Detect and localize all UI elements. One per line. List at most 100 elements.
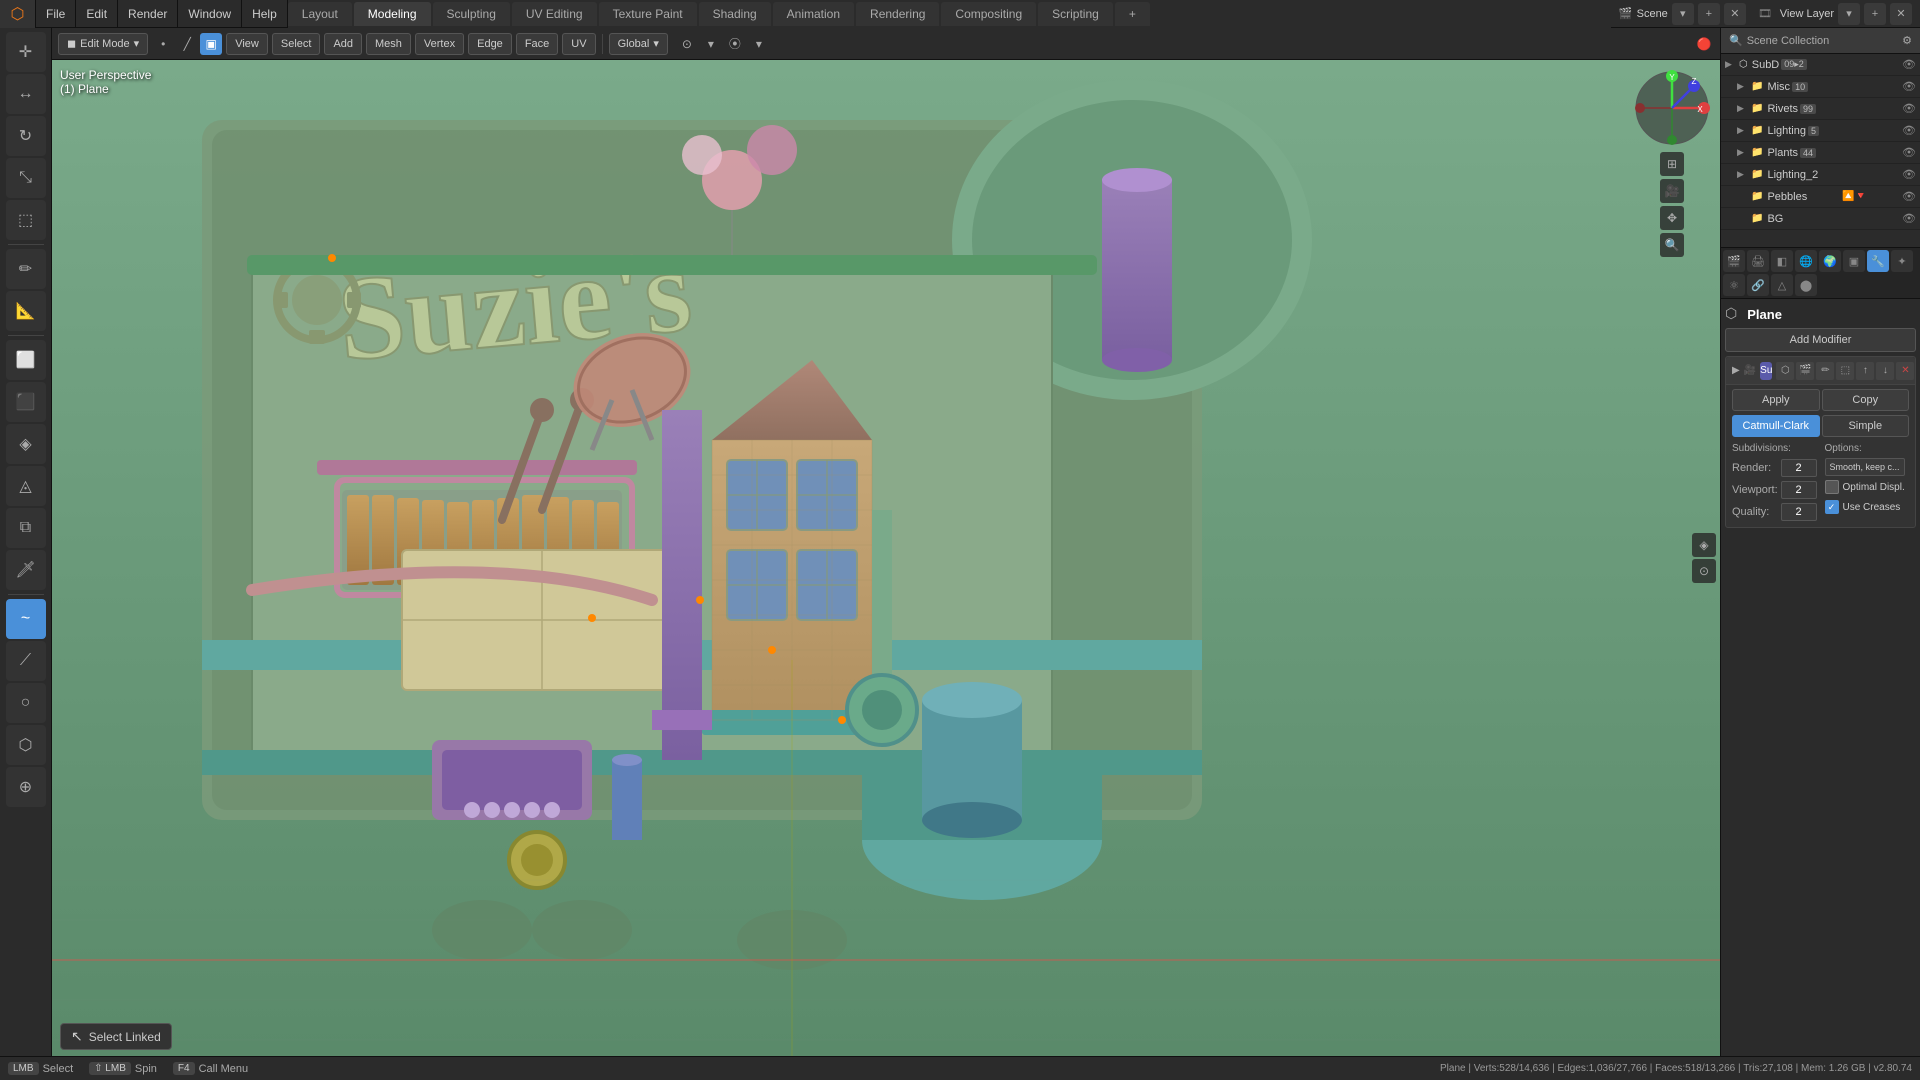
- mod-edit-btn[interactable]: ✏: [1816, 362, 1834, 380]
- prop-tab-output[interactable]: 🖨: [1747, 250, 1769, 272]
- scene-remove-btn[interactable]: ✕: [1724, 3, 1746, 25]
- viewport-value[interactable]: 2: [1781, 481, 1817, 499]
- transform-tool[interactable]: ⬚: [6, 200, 46, 240]
- outliner-item-subd[interactable]: ▶ ⬡ SubD 09▸2 👁: [1721, 54, 1920, 76]
- mod-down-btn[interactable]: ↓: [1876, 362, 1894, 380]
- pebbles-visibility[interactable]: 👁: [1902, 190, 1916, 203]
- rotate-tool[interactable]: ↻: [6, 116, 46, 156]
- lighting-visibility[interactable]: 👁: [1902, 124, 1916, 137]
- tab-layout[interactable]: Layout: [288, 2, 352, 26]
- scene-add-btn[interactable]: +: [1698, 3, 1720, 25]
- uv-menu-btn[interactable]: UV: [562, 33, 595, 55]
- tab-compositing[interactable]: Compositing: [941, 2, 1036, 26]
- mod-realtime-btn[interactable]: ⬡: [1776, 362, 1794, 380]
- push-pull-tool[interactable]: ⊕: [6, 767, 46, 807]
- prop-tab-material[interactable]: ⬤: [1795, 274, 1817, 296]
- outliner-item-plants[interactable]: ▶ 📁 Plants 44 👁: [1721, 142, 1920, 164]
- prop-tab-data[interactable]: △: [1771, 274, 1793, 296]
- prop-tab-particles[interactable]: ✦: [1891, 250, 1913, 272]
- knife-tool[interactable]: 🗡: [6, 550, 46, 590]
- catmull-clark-btn[interactable]: Catmull-Clark: [1732, 415, 1820, 437]
- tab-uv-editing[interactable]: UV Editing: [512, 2, 597, 26]
- shear-tool[interactable]: ⟋: [6, 641, 46, 681]
- prop-tab-render[interactable]: 🎬: [1723, 250, 1745, 272]
- rivets-visibility[interactable]: 👁: [1902, 102, 1916, 115]
- obj-face-icon[interactable]: ▣: [200, 33, 222, 55]
- modifier-camera-icon[interactable]: 🎥: [1744, 365, 1756, 376]
- transform-orientation[interactable]: Global▾: [609, 33, 668, 55]
- loop-cut-tool[interactable]: ⧉: [6, 508, 46, 548]
- to-sphere-tool[interactable]: ○: [6, 683, 46, 723]
- proportional-edit-icon[interactable]: ⦿: [724, 33, 746, 55]
- optimal-display-checkbox[interactable]: [1825, 480, 1839, 494]
- tab-shading[interactable]: Shading: [699, 2, 771, 26]
- annotate-tool[interactable]: ✏: [6, 249, 46, 289]
- vertex-menu-btn[interactable]: Vertex: [415, 33, 464, 55]
- viewport[interactable]: Suzie's: [52, 60, 1720, 1056]
- outliner-item-bg[interactable]: 📁 BG 👁: [1721, 208, 1920, 230]
- menu-window[interactable]: Window: [178, 0, 242, 27]
- outliner-item-lighting2[interactable]: ▶ 📁 Lighting_2 👁: [1721, 164, 1920, 186]
- viewport-overlay-btn[interactable]: 🔴: [1693, 33, 1715, 55]
- menu-render[interactable]: Render: [118, 0, 178, 27]
- outliner-filter-icon[interactable]: 🔍: [1729, 34, 1743, 47]
- viewport-side-icon-2[interactable]: ⊙: [1692, 559, 1716, 583]
- tab-rendering[interactable]: Rendering: [856, 2, 939, 26]
- inset-tool[interactable]: ◈: [6, 424, 46, 464]
- mod-render-btn[interactable]: 🎬: [1796, 362, 1814, 380]
- view-menu-btn[interactable]: View: [226, 33, 268, 55]
- cursor-tool[interactable]: ✛: [6, 32, 46, 72]
- copy-button[interactable]: Copy: [1822, 389, 1910, 411]
- outliner-item-pebbles[interactable]: 📁 Pebbles 🔼🔻 👁: [1721, 186, 1920, 208]
- plants-visibility[interactable]: 👁: [1902, 146, 1916, 159]
- add-modifier-btn[interactable]: Add Modifier: [1725, 328, 1916, 352]
- bevel-tool[interactable]: ◬: [6, 466, 46, 506]
- menu-edit[interactable]: Edit: [76, 0, 118, 27]
- tab-texture-paint[interactable]: Texture Paint: [599, 2, 697, 26]
- prop-tab-scene[interactable]: 🌐: [1795, 250, 1817, 272]
- face-menu-btn[interactable]: Face: [516, 33, 558, 55]
- smooth-dropdown[interactable]: Smooth, keep c...: [1825, 458, 1905, 476]
- measure-tool[interactable]: 📐: [6, 291, 46, 331]
- view-layer-expand-btn[interactable]: ▾: [1838, 3, 1860, 25]
- navigation-gizmo[interactable]: X Y Z: [1632, 68, 1712, 148]
- view-layer-remove-btn[interactable]: ✕: [1890, 3, 1912, 25]
- snap-dropdown[interactable]: ▾: [700, 33, 722, 55]
- mod-up-btn[interactable]: ↑: [1856, 362, 1874, 380]
- view-zoom-icon[interactable]: 🔍: [1660, 233, 1684, 257]
- tab-scripting[interactable]: Scripting: [1038, 2, 1113, 26]
- obj-edge-icon[interactable]: ╱: [176, 33, 198, 55]
- snap-icon[interactable]: ⊙: [676, 33, 698, 55]
- extrude-tool[interactable]: ⬛: [6, 382, 46, 422]
- mod-cage-btn[interactable]: ⬚: [1836, 362, 1854, 380]
- add-cube-tool[interactable]: ⬜: [6, 340, 46, 380]
- move-tool[interactable]: ↔: [6, 74, 46, 114]
- tab-sculpting[interactable]: Sculpting: [433, 2, 510, 26]
- outliner-item-rivets[interactable]: ▶ 📁 Rivets 99 👁: [1721, 98, 1920, 120]
- outliner-item-lighting[interactable]: ▶ 📁 Lighting 5 👁: [1721, 120, 1920, 142]
- outliner-filter-btn[interactable]: ⚙: [1902, 34, 1912, 47]
- use-creases-checkbox[interactable]: ✓: [1825, 500, 1839, 514]
- view-layer-add-btn[interactable]: +: [1864, 3, 1886, 25]
- modifier-toggle[interactable]: ▶: [1732, 365, 1740, 376]
- obj-vert-icon[interactable]: •: [152, 33, 174, 55]
- proportional-type-icon[interactable]: ▾: [748, 33, 770, 55]
- prop-tab-object[interactable]: ▣: [1843, 250, 1865, 272]
- prop-tab-world[interactable]: 🌍: [1819, 250, 1841, 272]
- add-menu-btn[interactable]: Add: [324, 33, 362, 55]
- simple-btn[interactable]: Simple: [1822, 415, 1910, 437]
- prop-tab-constraints[interactable]: 🔗: [1747, 274, 1769, 296]
- scene-expand-btn[interactable]: ▾: [1672, 3, 1694, 25]
- render-value[interactable]: 2: [1781, 459, 1817, 477]
- prop-tab-physics[interactable]: ⚛: [1723, 274, 1745, 296]
- tab-add[interactable]: +: [1115, 2, 1150, 26]
- mod-close-btn[interactable]: ✕: [1896, 362, 1914, 380]
- view-camera-icon[interactable]: 🎥: [1660, 179, 1684, 203]
- shrink-fatten-tool[interactable]: ⬡: [6, 725, 46, 765]
- view-grid-icon[interactable]: ⊞: [1660, 152, 1684, 176]
- menu-help[interactable]: Help: [242, 0, 288, 27]
- menu-file[interactable]: File: [36, 0, 76, 27]
- prop-tab-modifier[interactable]: 🔧: [1867, 250, 1889, 272]
- tab-animation[interactable]: Animation: [773, 2, 854, 26]
- mode-selector[interactable]: ◼ Edit Mode ▾: [58, 33, 148, 55]
